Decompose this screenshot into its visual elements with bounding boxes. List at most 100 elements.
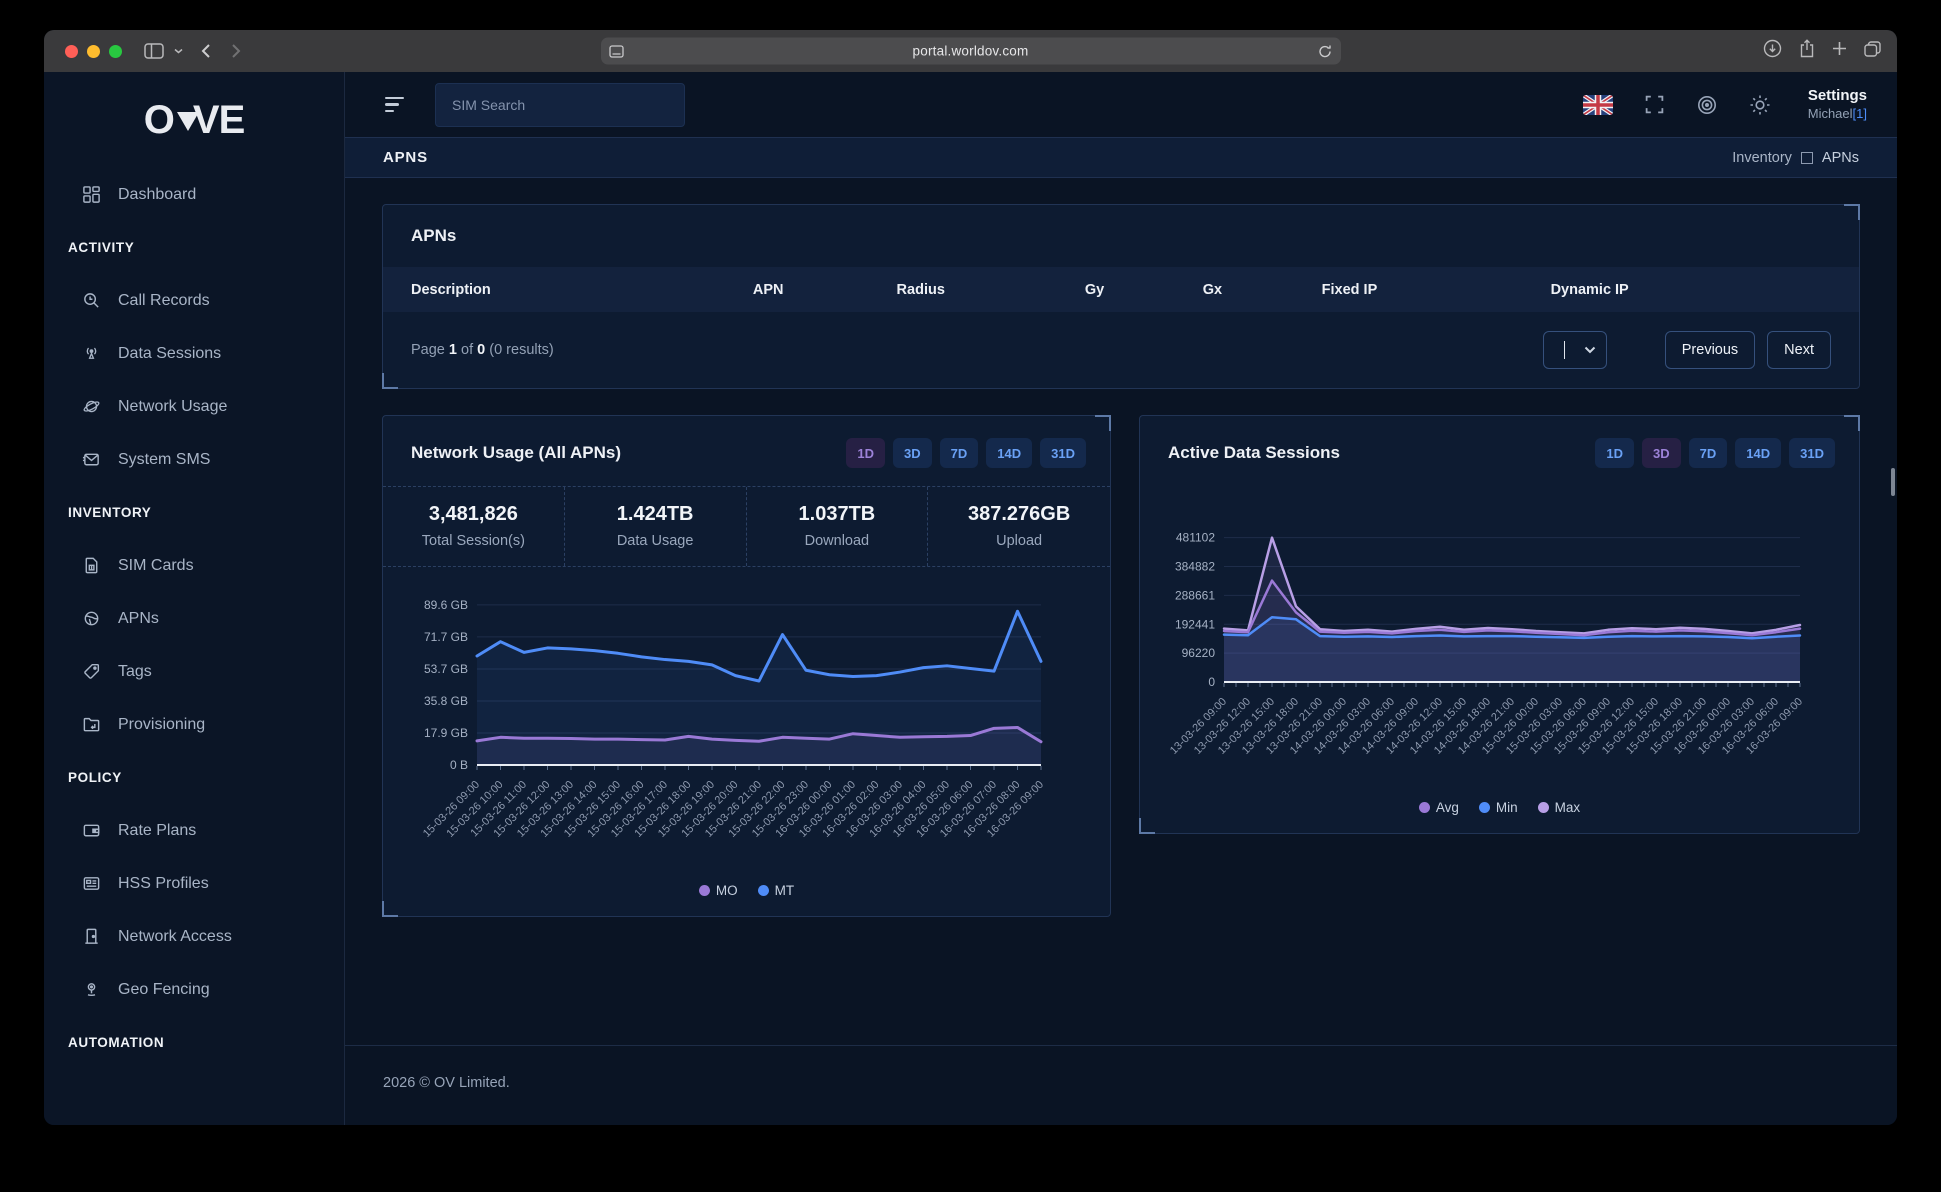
sidebar-item-hss-profiles[interactable]: HSS Profiles — [44, 857, 344, 910]
sidebar-item-apns[interactable]: APNs — [44, 592, 344, 645]
footer: 2026 © OV Limited. — [345, 1045, 1897, 1125]
sidebar-section-automation: AUTOMATION — [44, 1016, 344, 1069]
legend-dot-icon — [699, 885, 710, 896]
range-14d-button[interactable]: 14D — [1735, 438, 1781, 468]
column-dynamic-ip: Dynamic IP — [1551, 282, 1831, 298]
sidebar-item-system-sms[interactable]: System SMS — [44, 433, 344, 486]
range-7d-button[interactable]: 7D — [1689, 438, 1728, 468]
back-icon[interactable] — [201, 43, 211, 59]
sidebar-toggle-icon[interactable] — [144, 43, 164, 59]
range-14d-button[interactable]: 14D — [986, 438, 1032, 468]
sidebar-item-rate-plans[interactable]: Rate Plans — [44, 804, 344, 857]
target-icon[interactable] — [1696, 94, 1718, 116]
minimize-window-button[interactable] — [87, 45, 100, 58]
menu-icon[interactable] — [385, 97, 404, 113]
settings-menu[interactable]: Settings Michael[1] — [1808, 87, 1867, 122]
svg-text:53.7 GB: 53.7 GB — [424, 662, 468, 676]
door-icon — [81, 927, 101, 947]
stat-total-sessions: 3,481,826Total Session(s) — [383, 487, 565, 566]
breadcrumb-bar: APNS Inventory APNs — [345, 137, 1897, 178]
page-size-select[interactable] — [1543, 331, 1607, 369]
table-card-title: APNs — [383, 205, 1859, 267]
next-button[interactable]: Next — [1767, 331, 1831, 369]
chevron-down-icon[interactable] — [174, 48, 183, 54]
sidebar-item-label: Geo Fencing — [118, 981, 210, 999]
range-31d-button[interactable]: 31D — [1040, 438, 1086, 468]
range-1d-button[interactable]: 1D — [1595, 438, 1634, 468]
column-gx: Gx — [1203, 282, 1322, 298]
folder-icon — [81, 715, 101, 735]
svg-text:96220: 96220 — [1182, 646, 1216, 660]
sidebar-item-provisioning[interactable]: Provisioning — [44, 698, 344, 751]
breadcrumb-apns[interactable]: APNs — [1822, 150, 1859, 166]
main-content: APNs Description APN Radius Gy Gx Fixed … — [345, 178, 1897, 1045]
range-7d-button[interactable]: 7D — [940, 438, 979, 468]
previous-button[interactable]: Previous — [1665, 331, 1755, 369]
call-records-icon — [81, 291, 101, 311]
range-1d-button[interactable]: 1D — [846, 438, 885, 468]
close-window-button[interactable] — [65, 45, 78, 58]
column-description: Description — [411, 282, 753, 298]
legend-min[interactable]: Min — [1479, 800, 1518, 815]
sidebar-item-network-usage[interactable]: Network Usage — [44, 380, 344, 433]
dashboard-icon — [81, 185, 101, 205]
stat-upload: 387.276GBUpload — [928, 487, 1110, 566]
chevron-down-icon — [1584, 346, 1596, 354]
legend-dot-icon — [1538, 802, 1549, 813]
sidebar-item-sim-cards[interactable]: SIM Cards — [44, 539, 344, 592]
stat-download: 1.037TBDownload — [747, 487, 929, 566]
sidebar-item-data-sessions[interactable]: Data Sessions — [44, 327, 344, 380]
sidebar-item-label: Network Usage — [118, 398, 227, 416]
tag-icon — [81, 662, 101, 682]
downloads-icon[interactable] — [1763, 39, 1782, 63]
sim-search-input[interactable] — [435, 83, 685, 127]
user-label: Michael[1] — [1808, 106, 1867, 122]
active-sessions-chart[interactable]: 48110238488228866119244196220013-03-26 0… — [1150, 510, 1823, 798]
breadcrumb-inventory[interactable]: Inventory — [1732, 150, 1792, 166]
tab-overview-icon[interactable] — [1864, 41, 1881, 62]
forward-icon[interactable] — [231, 43, 241, 59]
legend-mo[interactable]: MO — [699, 883, 738, 898]
data-sessions-icon — [81, 344, 101, 364]
scrollbar-thumb[interactable] — [1891, 468, 1895, 496]
refresh-icon[interactable] — [1318, 44, 1332, 58]
usage-stats-row: 3,481,826Total Session(s) 1.424TBData Us… — [383, 486, 1110, 567]
sidebar-section-inventory: INVENTORY — [44, 486, 344, 539]
pagination-row: Page 1 of 0 (0 results) Previous — [383, 312, 1859, 388]
sidebar-item-dashboard[interactable]: Dashboard — [44, 168, 344, 221]
breadcrumb-separator-icon — [1801, 152, 1813, 164]
fullscreen-icon[interactable] — [1644, 94, 1665, 115]
svg-text:0: 0 — [1208, 675, 1215, 689]
new-tab-icon[interactable] — [1832, 41, 1847, 61]
legend-mt[interactable]: MT — [758, 883, 795, 898]
sidebar-item-network-access[interactable]: Network Access — [44, 910, 344, 963]
light-mode-icon[interactable] — [1749, 94, 1771, 116]
sidebar-item-call-records[interactable]: Call Records — [44, 274, 344, 327]
brand-logo[interactable]: OVE — [44, 72, 344, 168]
range-3d-button[interactable]: 3D — [893, 438, 932, 468]
network-usage-title: Network Usage (All APNs) — [411, 443, 621, 463]
page-title: APNS — [383, 149, 428, 166]
share-icon[interactable] — [1799, 39, 1815, 63]
legend-avg[interactable]: Avg — [1419, 800, 1459, 815]
network-usage-chart[interactable]: 89.6 GB71.7 GB53.7 GB35.8 GB17.9 GB0 B15… — [393, 581, 1066, 881]
sidebar-item-tags[interactable]: Tags — [44, 645, 344, 698]
sidebar-item-label: Rate Plans — [118, 822, 196, 840]
svg-text:481102: 481102 — [1176, 531, 1215, 545]
reader-mode-icon[interactable] — [609, 44, 624, 58]
topbar: Settings Michael[1] — [345, 72, 1897, 137]
svg-text:288661: 288661 — [1175, 588, 1215, 602]
legend-max[interactable]: Max — [1538, 800, 1581, 815]
legend-dot-icon — [1419, 802, 1430, 813]
active-sessions-title: Active Data Sessions — [1168, 443, 1340, 463]
sidebar-item-label: Provisioning — [118, 716, 205, 734]
sidebar-item-label: SIM Cards — [118, 557, 194, 575]
apns-table-card: APNs Description APN Radius Gy Gx Fixed … — [382, 204, 1860, 389]
range-3d-button[interactable]: 3D — [1642, 438, 1681, 468]
zoom-window-button[interactable] — [109, 45, 122, 58]
range-31d-button[interactable]: 31D — [1789, 438, 1835, 468]
address-bar[interactable]: portal.worldov.com — [601, 38, 1341, 65]
sidebar-item-geo-fencing[interactable]: Geo Fencing — [44, 963, 344, 1016]
uk-flag-icon[interactable] — [1583, 95, 1613, 115]
text-cursor — [1564, 341, 1565, 359]
